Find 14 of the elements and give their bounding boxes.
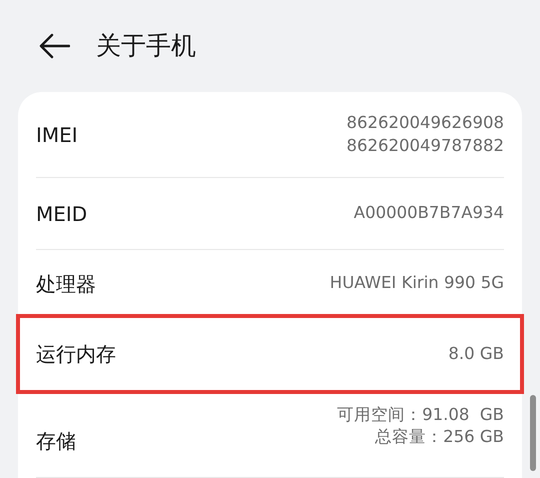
row-label: 运行内存	[36, 341, 116, 368]
row-value: A00000B7B7A934	[354, 202, 504, 224]
row-value: HUAWEI Kirin 990 5G	[330, 272, 504, 294]
row-value: 862620049787882	[346, 134, 504, 156]
row-label: IMEI	[36, 122, 78, 148]
row-value: 可用空间：91.08 GB	[337, 404, 504, 426]
row-label: MEID	[36, 200, 88, 228]
page-title: 关于手机	[96, 30, 196, 62]
row-value: 862620049626908	[346, 112, 504, 134]
row-label: 处理器	[36, 270, 96, 298]
row-label: 存储	[36, 428, 76, 455]
row-value: 8.0 GB	[448, 342, 504, 365]
back-icon[interactable]	[38, 33, 70, 59]
row-value: 总容量：256 GB	[374, 426, 504, 448]
